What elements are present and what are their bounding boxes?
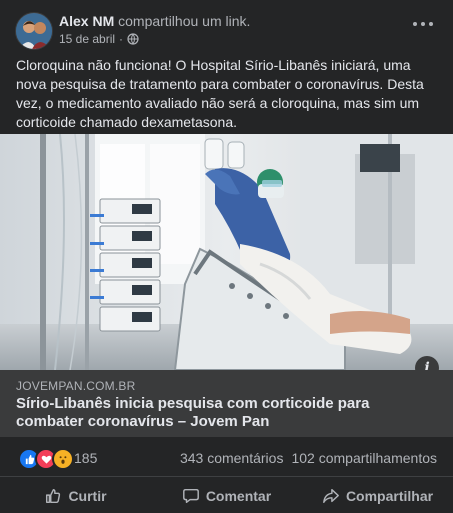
meta-separator: · [119,32,124,46]
link-title[interactable]: Sírio-Libanês inicia pesquisa com cortic… [16,395,426,431]
comments-count[interactable]: 343 comentários [180,450,284,466]
post-actions: Curtir Comentar Compartilhar [0,478,453,513]
link-domain: JOVEMPAN.COM.BR [16,379,136,393]
share-button[interactable]: Compartilhar [302,478,453,513]
post-meta: 15 de abril · [59,32,139,46]
share-button-label: Compartilhar [345,487,434,504]
link-preview[interactable]: i JOVEMPAN.COM.BR Sírio-Libanês inicia p… [0,134,453,437]
author-name[interactable]: Alex NM [59,13,114,29]
comment-button[interactable]: Comentar [151,478,302,513]
post-date[interactable]: 15 de abril [59,32,115,46]
post-header: Alex NM compartilhou um link. 15 de abri… [0,0,453,50]
avatar-photo [16,13,52,49]
shared-action-text: compartilhou um link. [118,13,251,29]
reaction-count[interactable]: 185 [74,450,97,466]
author-line: Alex NM compartilhou um link. [59,13,250,29]
shares-count[interactable]: 102 compartilhamentos [291,450,437,466]
like-button-label: Curtir [68,487,107,504]
more-options-icon[interactable] [409,14,437,34]
engagement-counts: 343 comentários 102 compartilhamentos [180,450,437,466]
link-meta[interactable]: JOVEMPAN.COM.BR Sírio-Libanês inicia pes… [0,370,453,437]
facebook-post: Alex NM compartilhou um link. 15 de abri… [0,0,453,513]
globe-icon[interactable] [127,33,139,45]
reactions-bar: 185 343 comentários 102 compartilhamento… [0,437,453,477]
hospital-icu-photo [0,134,453,370]
post-text: Cloroquina não funciona! O Hospital Síri… [16,57,424,130]
thumbs-up-icon [46,488,61,503]
link-image[interactable] [0,134,453,370]
reaction-icons[interactable] [18,448,74,470]
share-icon [323,488,339,503]
comment-button-label: Comentar [205,487,272,504]
wow-reaction-icon [52,448,74,470]
like-button[interactable]: Curtir [0,478,151,513]
comment-icon [182,488,199,503]
author-avatar[interactable] [15,12,53,50]
